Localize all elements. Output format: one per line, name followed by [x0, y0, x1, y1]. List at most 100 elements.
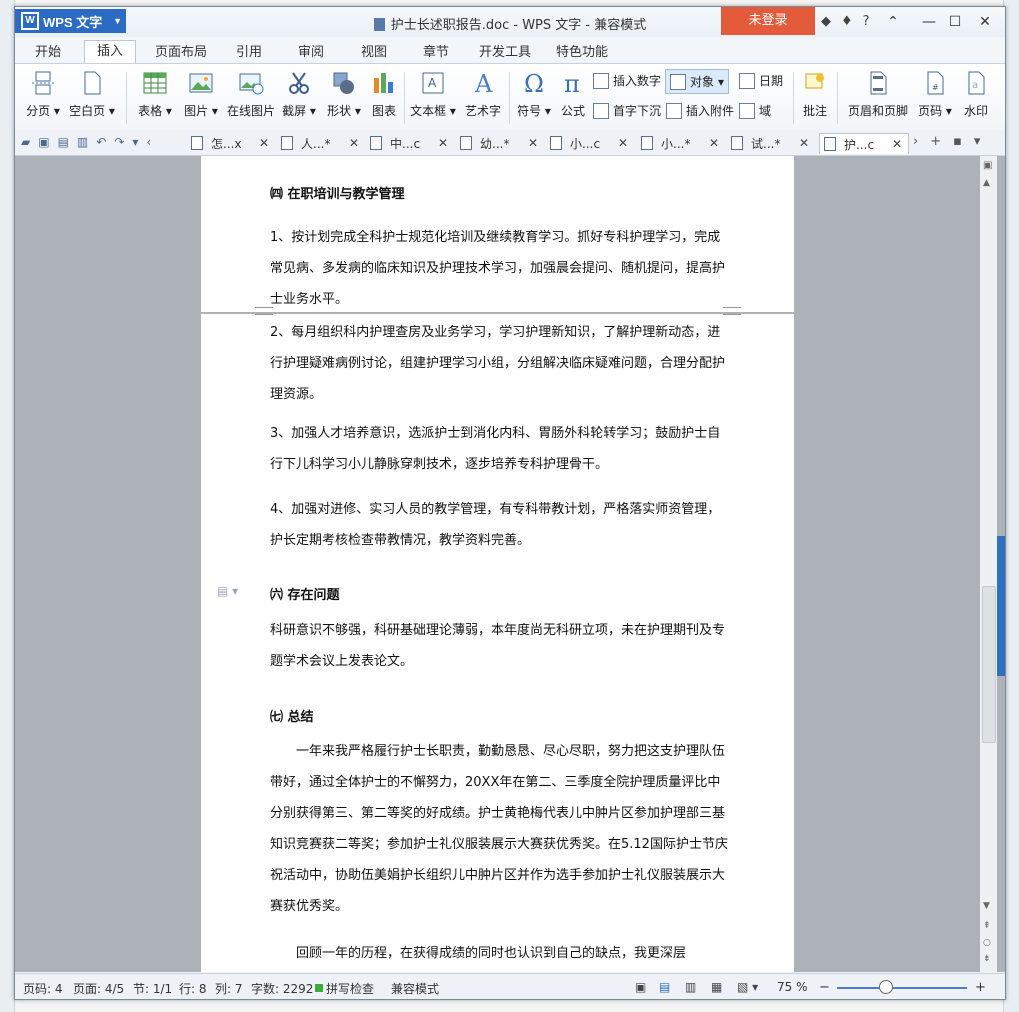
close-tab-icon[interactable]: ✕ [528, 136, 538, 150]
insert-number-button[interactable]: 插入数字 [593, 72, 661, 89]
zoom-slider-handle[interactable] [879, 980, 893, 994]
table-button[interactable]: 表格 ▾ [133, 70, 177, 119]
outline-view-icon[interactable]: ▥ [685, 980, 696, 994]
tab-list-icon[interactable]: ▪ [953, 134, 962, 149]
doc-tab[interactable]: 试...* ✕ [731, 133, 811, 153]
split-view-icon[interactable]: ▣ [983, 160, 992, 171]
doc-tab[interactable]: 小...* ✕ [641, 133, 721, 153]
customize-quick-access-icon[interactable]: ▾ [132, 135, 138, 149]
zoom-in-button[interactable]: + [975, 980, 986, 995]
insert-attachment-button[interactable]: 插入附件 [666, 102, 734, 119]
table-label: 表格 [138, 104, 163, 118]
formula-button[interactable]: π 公式 [557, 70, 589, 119]
tab-chapter[interactable]: 章节 [423, 42, 449, 64]
watermark-label: 水印 [963, 104, 988, 118]
tab-review[interactable]: 审阅 [298, 42, 324, 64]
document-icon [731, 136, 743, 150]
scroll-down-icon[interactable]: ▼ [983, 901, 990, 911]
close-tab-icon[interactable]: ✕ [709, 136, 719, 150]
doc-tab[interactable]: 小...c ✕ [550, 133, 630, 153]
blank-page-button[interactable]: 空白页 ▾ [67, 70, 117, 119]
scroll-up-icon[interactable]: ▲ [983, 178, 990, 188]
tab-page-layout[interactable]: 页面布局 [155, 42, 207, 64]
doc-tab[interactable]: 幼...* ✕ [460, 133, 540, 153]
previous-page-icon[interactable]: ⇞ [983, 921, 991, 931]
collapse-ribbon-icon[interactable]: ⌃ [881, 11, 905, 33]
doc-tab-active[interactable]: 护...c ✕ [819, 133, 909, 154]
picture-button[interactable]: 图片 ▾ [179, 70, 223, 119]
close-button[interactable]: ✕ [973, 11, 997, 33]
maximize-button[interactable]: ☐ [943, 11, 967, 33]
browse-object-icon[interactable]: ○ [983, 938, 991, 948]
textbox-button[interactable]: A 文本框 ▾ [408, 70, 458, 119]
doc-tab[interactable]: 中...c ✕ [370, 133, 450, 153]
field-button[interactable]: 域 [739, 102, 771, 119]
next-page-icon[interactable]: ⇟ [983, 954, 991, 964]
online-picture-button[interactable]: 在线图片 [225, 70, 277, 119]
document-icon [641, 136, 653, 150]
tab-references[interactable]: 引用 [236, 42, 262, 64]
watermark-button[interactable]: a 水印 [959, 70, 993, 119]
document-icon [370, 136, 382, 150]
page-number-button[interactable]: # 页码 ▾ [915, 70, 955, 119]
close-tab-icon[interactable]: ✕ [892, 137, 902, 151]
undo-icon[interactable]: ↶ [96, 135, 106, 149]
fullscreen-view-icon[interactable]: ▣ [635, 980, 646, 994]
zoom-level[interactable]: 75 % [777, 980, 808, 994]
zoom-out-button[interactable]: − [819, 980, 830, 995]
print-preview-icon[interactable]: ▥ [77, 135, 88, 149]
vertical-scrollbar[interactable]: ▣ ▲ ▼ ⇞ ○ ⇟ [980, 156, 997, 972]
reading-mode-icon[interactable]: ▧ ▾ [737, 980, 758, 994]
web-view-icon[interactable]: ▦ [711, 980, 722, 994]
spell-check-button[interactable]: 拼写检查 [326, 980, 374, 997]
tab-view[interactable]: 视图 [361, 42, 387, 64]
scroll-tabs-left-icon[interactable]: ‹ [146, 135, 151, 149]
zoom-slider[interactable] [837, 987, 967, 989]
close-tab-icon[interactable]: ✕ [799, 136, 809, 150]
skin-icon[interactable]: ◆ [821, 14, 831, 29]
open-folder-icon[interactable]: ▰ [21, 135, 30, 149]
document-icon [550, 136, 562, 150]
doc-tab[interactable]: 怎...x ✕ [191, 133, 271, 153]
page-view-icon[interactable]: ▤ [659, 980, 670, 994]
scrollbar-thumb[interactable] [982, 586, 996, 743]
spell-check-icon [315, 984, 323, 992]
tab-menu-icon[interactable]: ▾ [974, 134, 981, 149]
new-tab-icon[interactable]: + [930, 134, 941, 149]
login-button[interactable]: 未登录 [721, 7, 815, 35]
comment-button[interactable]: 批注 [797, 70, 833, 119]
page-number-icon: # [927, 71, 944, 95]
doc-tab[interactable]: 人...* ✕ [281, 133, 361, 153]
header-footer-button[interactable]: 页眉和页脚 [843, 70, 913, 119]
ribbon-separator [793, 72, 794, 124]
shapes-button[interactable]: 形状 ▾ [321, 70, 367, 119]
drop-cap-button[interactable]: 首字下沉 [593, 102, 661, 119]
symbol-button[interactable]: Ω 符号 ▾ [513, 70, 555, 119]
screenshot-button[interactable]: 截屏 ▾ [279, 70, 319, 119]
tab-features[interactable]: 特色功能 [556, 42, 608, 64]
scroll-tabs-right-icon[interactable]: › [913, 134, 918, 149]
tab-developer[interactable]: 开发工具 [479, 42, 531, 64]
paragraph-menu-icon[interactable]: ▤ ▾ [217, 584, 238, 598]
close-tab-icon[interactable]: ✕ [438, 136, 448, 150]
shirt-icon[interactable]: ♦ [841, 14, 853, 29]
tab-insert[interactable]: 插入 [84, 40, 137, 64]
object-button[interactable]: 对象 ▾ [665, 69, 730, 94]
tab-start[interactable]: 开始 [35, 42, 61, 64]
close-tab-icon[interactable]: ✕ [349, 136, 359, 150]
save-icon[interactable]: ▣ [38, 135, 49, 149]
side-panel-toggle[interactable] [997, 536, 1005, 676]
scissors-icon [289, 72, 309, 94]
paragraph-7: 回顾一年的历程，在获得成绩的同时也认识到自己的缺点，我更深层 [296, 946, 687, 961]
page-break-button[interactable]: 分页 ▾ [23, 70, 63, 119]
minimize-button[interactable]: — [917, 11, 941, 33]
chart-button[interactable]: 图表 [367, 70, 401, 119]
close-tab-icon[interactable]: ✕ [618, 136, 628, 150]
wordart-button[interactable]: A 艺术字 [461, 70, 505, 119]
date-button[interactable]: 日期 [739, 72, 783, 89]
help-icon[interactable]: ? [863, 14, 870, 29]
close-tab-icon[interactable]: ✕ [259, 136, 269, 150]
redo-icon[interactable]: ↷ [114, 135, 124, 149]
print-icon[interactable]: ▤ [58, 135, 69, 149]
document-tabs-bar: ▰ ▣ ▤ ▥ ↶ ↷ ▾ ‹ 怎...x ✕ 人...* ✕ 中...c ✕ 幼..… [15, 130, 1005, 156]
